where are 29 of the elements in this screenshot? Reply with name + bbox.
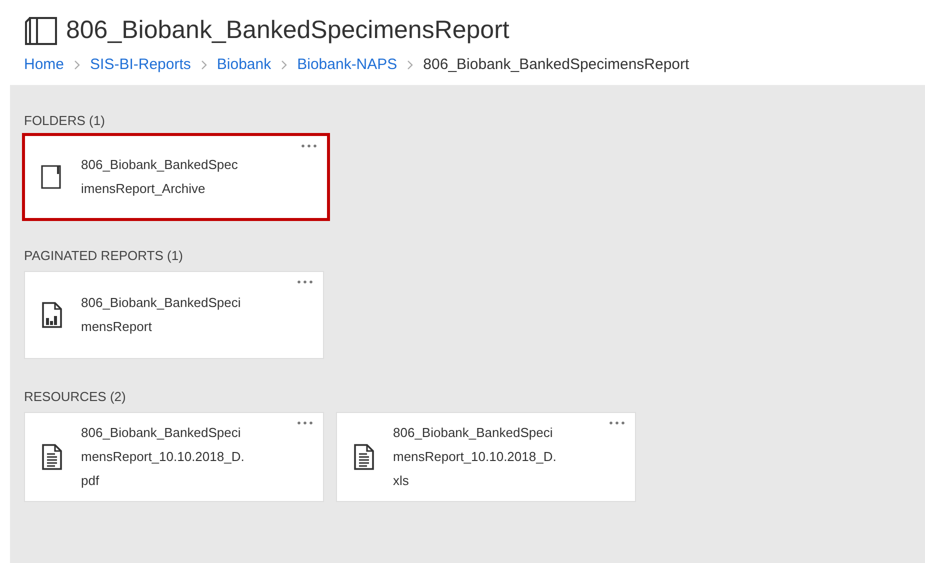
folder-icon	[24, 14, 60, 46]
page-title: 806_Biobank_BankedSpecimensReport	[66, 16, 510, 44]
section-heading: PAGINATED REPORTS (1)	[24, 248, 184, 263]
breadcrumb-link[interactable]: Biobank-NAPS	[297, 56, 398, 73]
chevron-icon	[407, 60, 414, 70]
chevron-icon	[74, 60, 80, 70]
document-icon	[351, 443, 377, 471]
item-name: 806_Biobank_BankedSpeci mensReport_10.10.2018_D. pdf	[81, 424, 244, 490]
item-tile[interactable]: 806_Biobank_BankedSpeci mensReport_10.10.2018_D. xls	[336, 412, 636, 502]
breadcrumb-link[interactable]: SIS-BI-Reports	[90, 56, 191, 73]
item-name: 806_Biobank_BankedSpeci mensReport	[81, 294, 241, 336]
more-icon[interactable]	[297, 421, 313, 425]
more-icon[interactable]	[297, 280, 313, 284]
item-tile[interactable]: 806_Biobank_BankedSpeci mensReport_10.10.2018_D. pdf	[24, 412, 324, 502]
item-tile[interactable]: 806_Biobank_BankedSpec imensReport_Archive	[22, 133, 330, 221]
section-heading: FOLDERS (1)	[24, 113, 106, 128]
more-icon[interactable]	[609, 421, 625, 425]
chevron-icon	[281, 60, 288, 70]
document-icon	[39, 443, 65, 471]
section-heading: RESOURCES (2)	[24, 389, 127, 404]
report-icon	[39, 301, 65, 329]
chevron-icon	[200, 60, 207, 70]
breadcrumb-current: 806_Biobank_BankedSpecimensReport	[423, 56, 690, 73]
breadcrumb-link[interactable]: Home	[24, 56, 64, 73]
item-name: 806_Biobank_BankedSpeci mensReport_10.10.2018_D. xls	[393, 424, 556, 490]
item-name: 806_Biobank_BankedSpec imensReport_Archive	[81, 156, 238, 198]
more-icon[interactable]	[301, 144, 317, 148]
item-tile[interactable]: 806_Biobank_BankedSpeci mensReport	[24, 271, 324, 359]
breadcrumb-link[interactable]: Biobank	[216, 56, 272, 73]
